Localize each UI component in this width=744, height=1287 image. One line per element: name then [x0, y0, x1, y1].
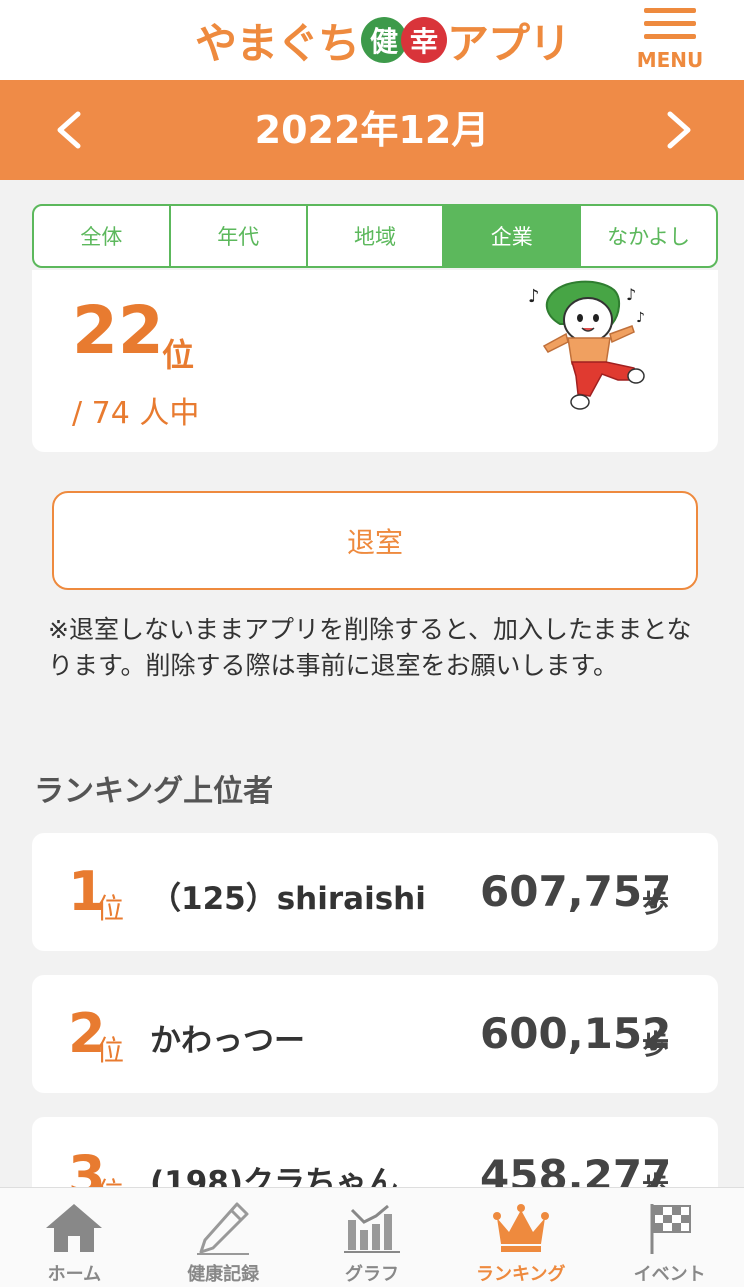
month-title: 2022年12月 — [254, 108, 490, 152]
ranking-list-item[interactable]: 2 位 かわっつー 600,152 歩 — [32, 975, 718, 1093]
hamburger-icon — [644, 8, 696, 13]
my-rank-card: 22 位 / 74 人中 ♪ ♪ ♪ — [32, 270, 718, 452]
tab-friends[interactable]: なかよし — [581, 206, 716, 266]
svg-text:♪: ♪ — [528, 286, 540, 307]
hamburger-icon-bar — [644, 34, 696, 39]
hamburger-icon-bar — [644, 21, 696, 26]
bottom-tab-bar: ホーム 健康記録 グラフ ランキング イベント — [0, 1187, 744, 1287]
svg-text:♪: ♪ — [636, 310, 645, 326]
month-navigation: 2022年12月 — [0, 80, 744, 180]
tabbar-label: イベント — [633, 1264, 706, 1285]
logo-text-app: アプリ — [447, 18, 571, 68]
ranking-step-unit: 歩 — [642, 888, 669, 919]
ranking-rank-unit: 位 — [96, 892, 125, 925]
svg-text:♪: ♪ — [626, 285, 636, 304]
tabbar-label: 健康記録 — [187, 1264, 260, 1285]
tabbar-ranking[interactable]: ランキング — [446, 1188, 595, 1287]
tab-company[interactable]: 企業 — [444, 206, 582, 266]
menu-label: MENU — [636, 48, 704, 72]
graph-icon — [343, 1204, 400, 1253]
my-rank-number: 22 — [72, 292, 164, 369]
tabbar-graph[interactable]: グラフ — [298, 1188, 447, 1287]
logo-text: やまぐち — [195, 18, 360, 68]
ranking-user-name: かわっつー — [150, 1023, 305, 1059]
tabbar-label: ランキング — [476, 1264, 566, 1285]
my-rank-unit: 位 — [162, 336, 195, 374]
next-month-button[interactable] — [648, 100, 708, 160]
tab-all[interactable]: 全体 — [34, 206, 171, 266]
ranking-list-item[interactable]: 1 位 （125）shiraishi 607,757 歩 — [32, 833, 718, 951]
tabbar-event[interactable]: イベント — [595, 1188, 744, 1287]
tab-region[interactable]: 地域 — [308, 206, 445, 266]
logo-badge-kou: 幸 — [401, 17, 448, 63]
ranking-user-name: （125）shiraishi — [150, 881, 426, 917]
mascot-illustration: ♪ ♪ ♪ — [528, 280, 645, 410]
flag-icon — [650, 1204, 691, 1254]
tabbar-home[interactable]: ホーム — [0, 1188, 149, 1287]
leave-notice-text: ※退室しないままアプリを削除すると、加入したままとなります。削除する際は事前に退… — [48, 615, 692, 680]
app-header: やまぐち 健 幸 アプリ MENU — [0, 0, 744, 81]
home-icon — [46, 1204, 103, 1252]
leave-group-button[interactable]: 退室 — [52, 491, 698, 590]
menu-button[interactable]: MENU — [636, 6, 704, 72]
tabbar-label: グラフ — [344, 1264, 399, 1285]
my-rank-total: / 74 人中 — [72, 396, 200, 431]
ranking-step-unit: 歩 — [642, 1030, 669, 1061]
chevron-right-icon — [667, 111, 691, 149]
tabbar-label: ホーム — [47, 1264, 102, 1285]
pencil-icon — [197, 1202, 250, 1255]
tabbar-health-record[interactable]: 健康記録 — [149, 1188, 298, 1287]
crown-icon — [492, 1204, 549, 1252]
tab-age[interactable]: 年代 — [171, 206, 308, 266]
ranking-section-title: ランキング上位者 — [34, 774, 274, 809]
app-logo[interactable]: やまぐち 健 幸 アプリ — [195, 8, 571, 72]
ranking-rank-unit: 位 — [96, 1034, 125, 1067]
ranking-category-tabs: 全体 年代 地域 企業 なかよし — [32, 204, 718, 268]
